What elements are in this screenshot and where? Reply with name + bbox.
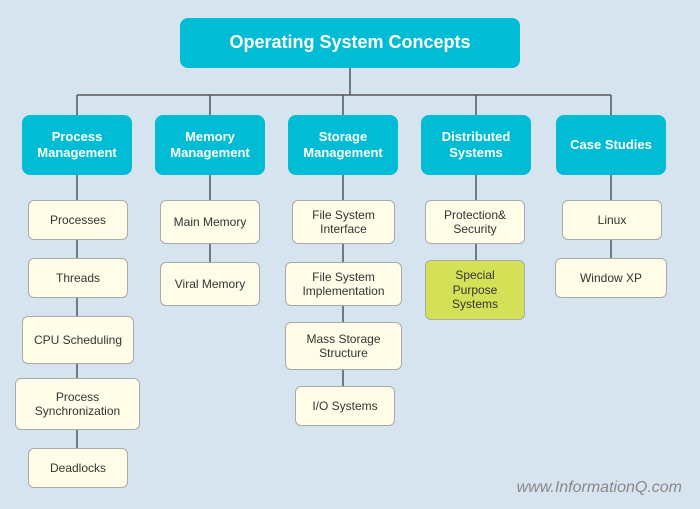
category-process: Process Management [22, 115, 132, 175]
item-processes: Processes [28, 200, 128, 240]
item-cpu: CPU Scheduling [22, 316, 134, 364]
diagram: Operating System Concepts Process Manage… [0, 0, 700, 509]
root-node: Operating System Concepts [180, 18, 520, 68]
item-fsimpl: File System Implementation [285, 262, 402, 306]
category-memory: Memory Management [155, 115, 265, 175]
watermark: www.InformationQ.com [517, 479, 682, 497]
item-threads: Threads [28, 258, 128, 298]
category-case: Case Studies [556, 115, 666, 175]
item-fsinterface: File System Interface [292, 200, 395, 244]
category-distributed: Distributed Systems [421, 115, 531, 175]
item-protection: Protection& Security [425, 200, 525, 244]
item-deadlocks: Deadlocks [28, 448, 128, 488]
item-io: I/O Systems [295, 386, 395, 426]
item-sync: Process Synchronization [15, 378, 140, 430]
item-linux: Linux [562, 200, 662, 240]
item-mainmem: Main Memory [160, 200, 260, 244]
category-storage: Storage Management [288, 115, 398, 175]
item-viralmem: Viral Memory [160, 262, 260, 306]
item-massstorage: Mass Storage Structure [285, 322, 402, 370]
item-winxp: Window XP [555, 258, 667, 298]
item-special: Special Purpose Systems [425, 260, 525, 320]
